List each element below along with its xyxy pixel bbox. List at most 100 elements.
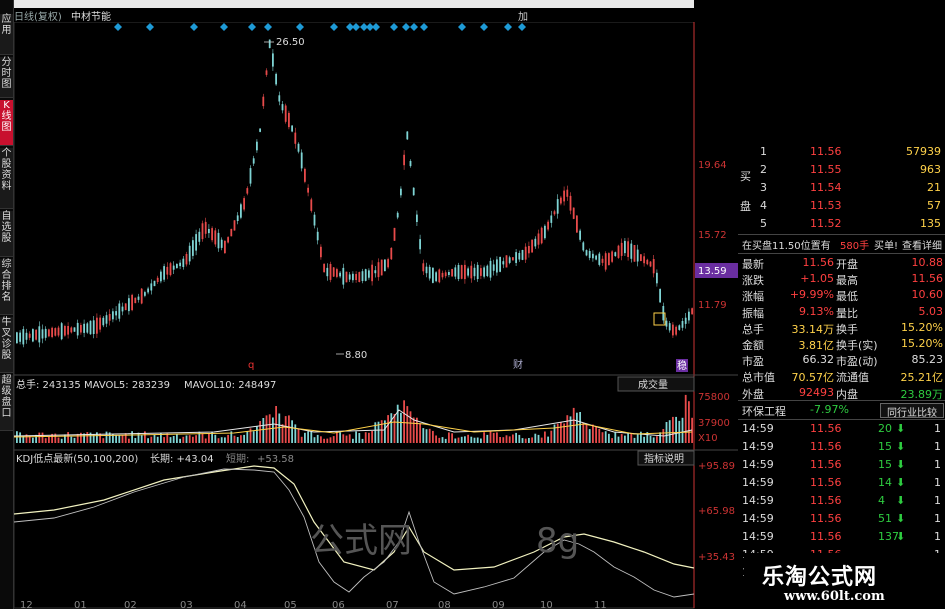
bid-row[interactable]: 1 11.56 57939 [738, 144, 945, 160]
tab-3[interactable]: 个股资料 [0, 148, 13, 209]
ji-marker[interactable]: 稳 [677, 359, 687, 372]
event-markers[interactable] [114, 23, 526, 31]
tab-5[interactable]: 综合排名 [0, 259, 13, 315]
quote-value: 10.60 [911, 288, 944, 302]
date-label: 08 [438, 600, 451, 609]
volume-bar [521, 438, 524, 443]
peer-compare-button[interactable]: 同行业比较 [880, 403, 944, 419]
kdj-short-value: +53.58 [257, 454, 294, 465]
volume-bar [444, 438, 447, 443]
volume-bar [220, 437, 223, 443]
tab-4[interactable]: 自选股 [0, 211, 13, 257]
tab-6[interactable]: 牛叉诊股 [0, 317, 13, 373]
volume-bar [115, 435, 117, 443]
event-diamond[interactable] [296, 23, 304, 31]
volume-bar [483, 432, 485, 443]
volume-bar [380, 420, 383, 443]
event-diamond[interactable] [390, 23, 398, 31]
kdj-axis-3: +35.43 [698, 552, 735, 563]
q-marker: q [248, 360, 254, 371]
tab-1[interactable]: 分时图 [0, 57, 13, 98]
stock-chart[interactable]: 26.50 8.80 q 财 稳 19.64 15.72 13.59 11.79… [14, 22, 738, 609]
event-diamond[interactable] [248, 23, 256, 31]
event-diamond[interactable] [352, 23, 360, 31]
industry-name[interactable]: 环保工程 [742, 403, 786, 419]
event-diamond[interactable] [410, 23, 418, 31]
quote-value: 92493 [799, 385, 834, 399]
tick-time: 14:59 [742, 512, 774, 525]
volume-tab-label[interactable]: 成交量 [638, 378, 668, 391]
vol-ma5: MAVOL5: 283239 [84, 380, 170, 391]
down-arrow-icon: ⬇ [896, 530, 906, 543]
event-diamond[interactable] [330, 23, 338, 31]
tick-price: 11.56 [810, 512, 842, 525]
bid-row[interactable]: 4 11.53 57 [738, 198, 945, 214]
tick-row: 14:59 11.56 51 ⬇ 1 [738, 511, 945, 527]
quote-value: 33.14万 [791, 322, 835, 336]
event-diamond[interactable] [114, 23, 122, 31]
info-detail-link[interactable]: 查看详细 [902, 237, 942, 252]
volume-bar [352, 438, 354, 443]
quote-value: 66.32 [802, 353, 835, 367]
quote-label: 总手 [742, 322, 764, 336]
volume-bar [592, 424, 594, 443]
info-line[interactable]: 在买盘11.50位置有 580手 买单! 查看详细 [738, 236, 945, 252]
volume-bar [451, 433, 453, 443]
bid-price: 11.53 [810, 199, 842, 212]
volume-bar [224, 437, 226, 443]
tick-flag: 1 [934, 458, 941, 471]
event-diamond[interactable] [146, 23, 154, 31]
add-button[interactable]: 加 [518, 8, 534, 23]
event-diamond[interactable] [504, 23, 512, 31]
volume-bar [201, 433, 204, 443]
event-diamond[interactable] [372, 23, 380, 31]
event-diamond[interactable] [264, 23, 272, 31]
cai-marker[interactable]: 财 [513, 358, 523, 371]
tab-0[interactable]: 应用 [0, 14, 13, 55]
price-axis-current: 13.59 [698, 266, 727, 277]
volume-bar [304, 432, 306, 443]
volume-bar [361, 438, 364, 443]
volume-bar [326, 438, 329, 443]
volume-bar [512, 434, 514, 443]
volume-bar [566, 415, 569, 443]
volume-bar [336, 431, 338, 443]
volume-bar [364, 432, 367, 443]
bid-row[interactable]: 5 11.52 135 [738, 216, 945, 232]
quote-row: 市盈 66.32 市盈(动) 85.23 [738, 352, 945, 368]
tab-7[interactable]: 超级盘口 [0, 375, 13, 431]
indicator-help-label[interactable]: 指标说明 [644, 452, 684, 465]
event-diamond[interactable] [518, 23, 526, 31]
volume-bar [611, 438, 613, 443]
event-diamond[interactable] [402, 23, 410, 31]
volume-bar [147, 438, 149, 443]
tick-price: 11.56 [810, 440, 842, 453]
event-diamond[interactable] [480, 23, 488, 31]
volume-bar [38, 432, 41, 443]
volume-bar [272, 417, 274, 443]
event-diamond[interactable] [420, 23, 428, 31]
volume-bar [550, 430, 553, 443]
date-label: 07 [386, 600, 399, 609]
volume-bar [460, 436, 463, 443]
volume-bar [531, 437, 533, 443]
event-diamond[interactable] [190, 23, 198, 31]
tab-2[interactable]: K线图 [0, 100, 13, 146]
volume-bar [121, 435, 124, 443]
tick-volume: 15 [878, 458, 892, 471]
volume-bar [368, 432, 370, 443]
quote-row: 最新 11.56 开盘 10.88 [738, 255, 945, 271]
volume-bar [502, 437, 505, 443]
bid-volume: 57939 [906, 145, 941, 158]
volume-bar [246, 431, 249, 443]
volume-bar [454, 438, 457, 443]
bid-row[interactable]: 3 11.54 21 [738, 180, 945, 196]
volume-bar [233, 435, 236, 443]
down-arrow-icon: ⬇ [896, 422, 906, 435]
bid-row[interactable]: 2 11.55 963 [738, 162, 945, 178]
volume-bar [489, 431, 492, 443]
quote-label: 最高 [836, 274, 858, 288]
event-diamond[interactable] [458, 23, 466, 31]
event-diamond[interactable] [220, 23, 228, 31]
volume-bar [624, 435, 626, 443]
